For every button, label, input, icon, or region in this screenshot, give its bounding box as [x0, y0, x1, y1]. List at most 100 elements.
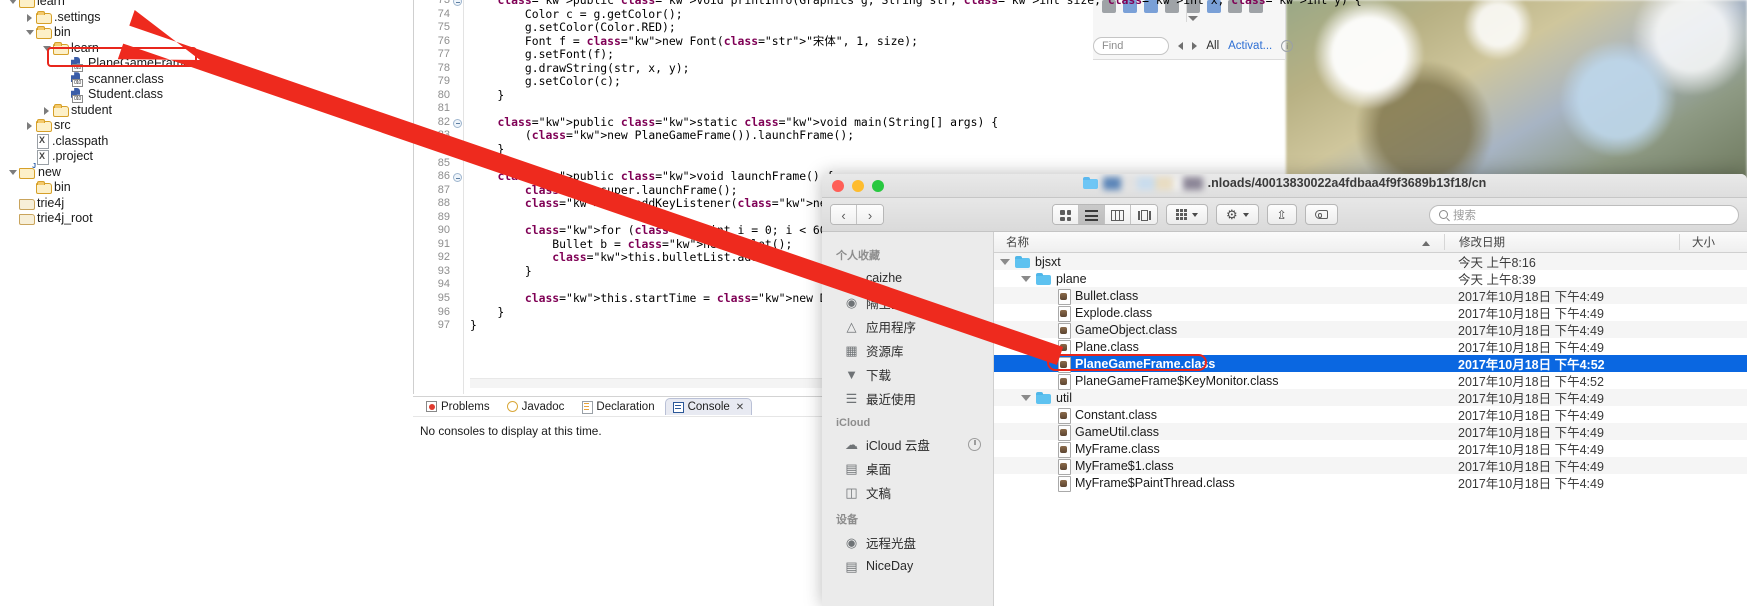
forward-button[interactable]: ›	[857, 205, 883, 224]
code-line[interactable]: 79 g.setColor(c);	[414, 75, 1093, 89]
sidebar-item-1[interactable]: ▤ 桌面	[822, 456, 993, 480]
view-mode-buttons[interactable]	[1052, 204, 1158, 225]
fold-toggle-icon[interactable]	[453, 173, 462, 183]
code-line[interactable]: 84 }	[414, 142, 1093, 157]
twisty-open-icon[interactable]	[1021, 393, 1031, 403]
table-row[interactable]: MyFrame$PaintThread.class 2017年10月18日 下午4…	[994, 474, 1747, 492]
find-next-icon[interactable]	[1192, 42, 1198, 50]
twisty-open-icon[interactable]	[25, 27, 36, 38]
list-view-button[interactable]	[1079, 205, 1105, 224]
find-all-button[interactable]: All	[1206, 40, 1219, 52]
column-header-size[interactable]: 大小	[1679, 234, 1747, 250]
tags-button[interactable]	[1304, 204, 1338, 225]
finder-search-field[interactable]: 搜索	[1429, 204, 1739, 225]
code-line[interactable]: 81	[414, 102, 1093, 116]
finder-toolbar[interactable]: ‹ › ⚙ ⇫ 搜索	[822, 198, 1747, 232]
table-row[interactable]: util 2017年10月18日 下午4:49	[994, 389, 1747, 406]
twisty-closed-icon[interactable]	[25, 12, 36, 23]
finder-file-list[interactable]: 名称 修改日期 大小 bjsxt 今天 上午8:16 plane 今天 上午8:39 B…	[994, 232, 1747, 606]
table-row[interactable]: Plane.class 2017年10月18日 下午4:49	[994, 338, 1747, 356]
twisty-open-icon[interactable]	[1021, 274, 1031, 284]
code-line[interactable]: 78 g.drawString(str, x, y);	[414, 61, 1093, 76]
sidebar-item-0[interactable]: ☁ iCloud 云盘	[822, 432, 993, 456]
file-rows[interactable]: bjsxt 今天 上午8:16 plane 今天 上午8:39 Bullet.class…	[994, 253, 1747, 492]
table-row[interactable]: plane 今天 上午8:39	[994, 270, 1747, 287]
fold-toggle-icon[interactable]	[453, 0, 462, 6]
tree-item-trie4j[interactable]: trie4j	[0, 196, 412, 212]
sidebar-item-2[interactable]: ◫ 文稿	[822, 480, 993, 504]
code-line[interactable]: 82 class="kw">public class="kw">static c…	[414, 115, 1093, 130]
sidebar-item-3[interactable]: ▦ 资源库	[822, 338, 993, 362]
share-button[interactable]: ⇫	[1266, 204, 1297, 225]
find-prev-icon[interactable]	[1178, 42, 1184, 50]
find-activate-link[interactable]: Activat...	[1228, 40, 1272, 52]
info-icon[interactable]: i	[1281, 40, 1293, 52]
close-icon[interactable]: ✕	[736, 402, 744, 413]
tree-item-planegameframe-class[interactable]: PlaneGameFrame.class	[0, 56, 412, 72]
icon-view-button[interactable]	[1053, 205, 1079, 224]
code-line[interactable]: 76 Font f = class="kw">new Font(class="s…	[414, 34, 1093, 49]
sidebar-item-2[interactable]: △ 应用程序	[822, 314, 993, 338]
chevron-down-icon[interactable]	[1188, 16, 1198, 21]
tree-item-student-class[interactable]: Student.class	[0, 87, 412, 103]
tree-item-trie4j-root[interactable]: trie4j_root	[0, 211, 412, 227]
code-line[interactable]: 85	[414, 157, 1093, 171]
table-row[interactable]: GameObject.class 2017年10月18日 下午4:49	[994, 321, 1747, 339]
tree-item-new[interactable]: new	[0, 163, 412, 181]
fold-toggle-icon[interactable]	[453, 118, 462, 128]
tree-item-learn[interactable]: learn	[0, 0, 412, 10]
tree-item-bin[interactable]: bin	[0, 25, 412, 41]
table-row[interactable]: PlaneGameFrame$KeyMonitor.class 2017年10月1…	[994, 372, 1747, 390]
twisty-open-icon[interactable]	[1000, 257, 1010, 267]
tab-declaration[interactable]: Declaration	[574, 399, 661, 415]
column-view-button[interactable]	[1105, 205, 1131, 224]
sidebar-item-1[interactable]: ▤ NiceDay	[822, 554, 993, 578]
code-line[interactable]: 83 (class="kw">new PlaneGameFrame()).lau…	[414, 129, 1093, 143]
package-explorer[interactable]: learn.settingsbinlearnPlaneGameFrame.cla…	[0, 0, 412, 606]
finder-sidebar[interactable]: 个人收藏 ⌂ caizhe ◉ 隔空投送 △ 应用程序 ▦ 资源库 ▼ 下载 ☰ 最近使用 iCloud ☁…	[822, 232, 994, 606]
table-row[interactable]: Explode.class 2017年10月18日 下午4:49	[994, 304, 1747, 322]
file-list-header[interactable]: 名称 修改日期 大小	[994, 232, 1747, 253]
sidebar-item-0[interactable]: ◉ 远程光盘	[822, 530, 993, 554]
tab-console[interactable]: Console ✕	[664, 398, 753, 415]
table-row[interactable]: MyFrame.class 2017年10月18日 下午4:49	[994, 440, 1747, 458]
action-button[interactable]: ⚙	[1216, 204, 1259, 225]
tree-item--classpath[interactable]: .classpath	[0, 134, 412, 150]
twisty-closed-icon[interactable]	[42, 105, 53, 116]
gallery-view-button[interactable]	[1131, 205, 1157, 224]
navigation-buttons[interactable]: ‹ ›	[830, 204, 884, 225]
finder-window[interactable]: .nloads/40013830022a4fdbaa4f9f3689b13f18…	[822, 174, 1747, 606]
tree-item--settings[interactable]: .settings	[0, 10, 412, 26]
table-row[interactable]: PlaneGameFrame.class 2017年10月18日 下午4:52	[994, 355, 1747, 373]
back-button[interactable]: ‹	[831, 205, 857, 224]
tab-problems[interactable]: Problems	[419, 399, 497, 415]
tree-item-bin[interactable]: bin	[0, 180, 412, 196]
tree-item-scanner-class[interactable]: scanner.class	[0, 72, 412, 88]
sidebar-item-5[interactable]: ☰ 最近使用	[822, 386, 993, 410]
table-row[interactable]: MyFrame$1.class 2017年10月18日 下午4:49	[994, 457, 1747, 475]
finder-titlebar[interactable]: .nloads/40013830022a4fdbaa4f9f3689b13f18…	[822, 174, 1747, 198]
code-line[interactable]: 80 }	[414, 88, 1093, 103]
tree-item-student[interactable]: student	[0, 103, 412, 119]
twisty-closed-icon[interactable]	[25, 120, 36, 131]
project-tree[interactable]: learn.settingsbinlearnPlaneGameFrame.cla…	[0, 0, 412, 227]
table-row[interactable]: bjsxt 今天 上午8:16	[994, 253, 1747, 270]
sidebar-item-0[interactable]: ⌂ caizhe	[822, 266, 993, 290]
code-line[interactable]: 77 g.setFont(f);	[414, 48, 1093, 62]
sidebar-item-4[interactable]: ▼ 下载	[822, 362, 993, 386]
twisty-open-icon[interactable]	[8, 167, 19, 178]
code-line[interactable]: 75 g.setColor(Color.RED);	[414, 21, 1093, 35]
twisty-open-icon[interactable]	[42, 43, 53, 54]
find-input[interactable]: Find	[1093, 37, 1170, 55]
table-row[interactable]: Constant.class 2017年10月18日 下午4:49	[994, 406, 1747, 424]
code-line[interactable]: 74 Color c = g.getColor();	[414, 7, 1093, 22]
tab-javadoc[interactable]: Javadoc	[500, 399, 572, 415]
twisty-open-icon[interactable]	[8, 0, 19, 7]
tree-item-learn[interactable]: learn	[0, 41, 412, 57]
tree-item-src[interactable]: src	[0, 118, 412, 134]
table-row[interactable]: GameUtil.class 2017年10月18日 下午4:49	[994, 423, 1747, 441]
sidebar-item-1[interactable]: ◉ 隔空投送	[822, 290, 993, 314]
tree-item--project[interactable]: .project	[0, 149, 412, 165]
table-row[interactable]: Bullet.class 2017年10月18日 下午4:49	[994, 287, 1747, 305]
column-header-date[interactable]: 修改日期	[1444, 234, 1679, 250]
